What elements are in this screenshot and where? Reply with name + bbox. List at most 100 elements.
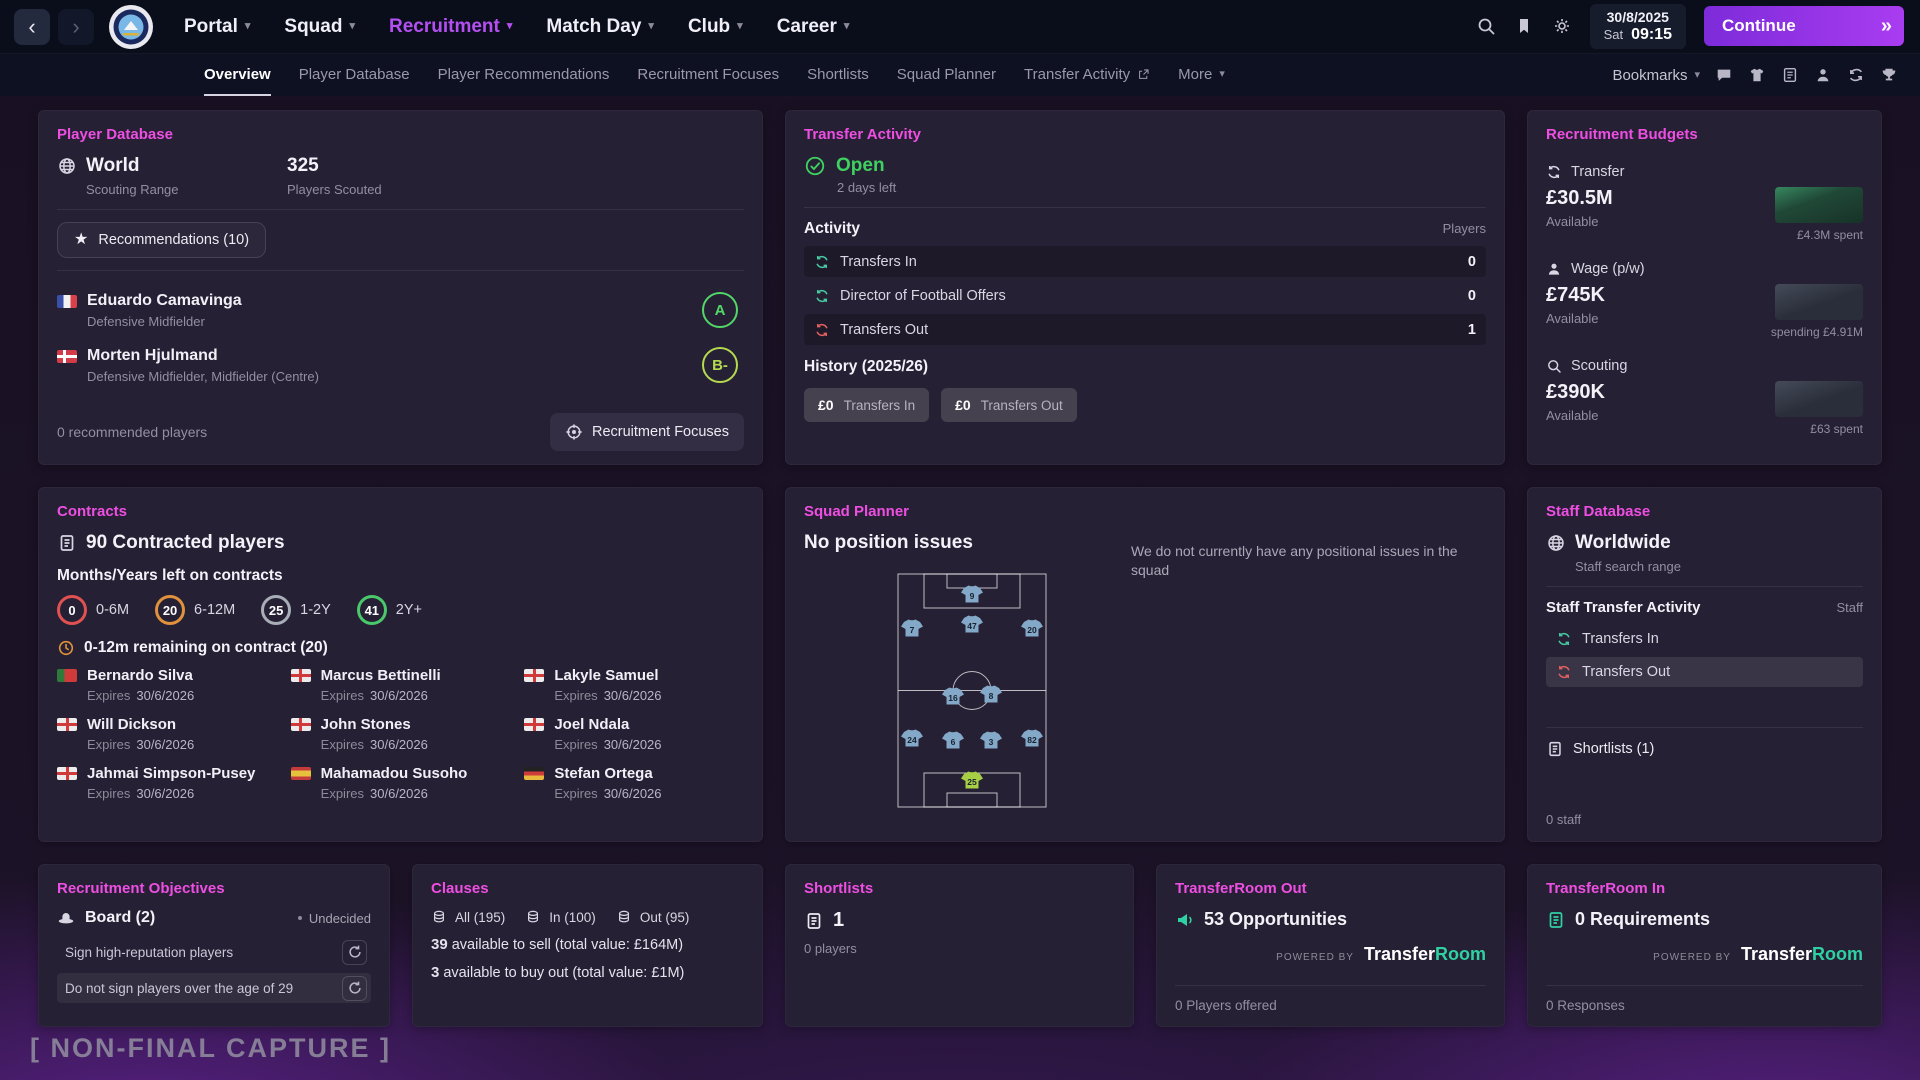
nav-match-day[interactable]: Match Day▾: [546, 16, 654, 38]
bookmarks-dropdown[interactable]: Bookmarks▾: [1612, 67, 1700, 84]
scout-search-icon[interactable]: [1814, 66, 1832, 84]
shortlists-count-row[interactable]: 1: [804, 909, 1115, 932]
clauses-filter-in[interactable]: In (100): [525, 909, 596, 925]
club-badge[interactable]: [108, 4, 154, 50]
nav-portal[interactable]: Portal▾: [184, 16, 250, 38]
staff-shortlists-row[interactable]: Shortlists (1): [1546, 740, 1863, 758]
dof-offers-row[interactable]: Director of Football Offers 0: [804, 280, 1486, 311]
nav-club[interactable]: Club▾: [688, 16, 743, 38]
expiring-player[interactable]: Marcus Bettinelli Expires30/6/2026: [291, 667, 511, 703]
notes-icon[interactable]: [1781, 66, 1799, 84]
kit-shirt-icon[interactable]: [1748, 66, 1766, 84]
recruitment-focuses-button[interactable]: Recruitment Focuses: [550, 413, 744, 451]
svg-text:16: 16: [948, 693, 958, 703]
nav-squad[interactable]: Squad▾: [284, 16, 355, 38]
game-date[interactable]: 30/8/2025 Sat09:15: [1590, 4, 1686, 50]
expiring-player[interactable]: Stefan Ortega Expires30/6/2026: [524, 765, 744, 801]
contract-bucket[interactable]: 41 2Y+: [357, 595, 422, 625]
forward-button[interactable]: ›: [58, 9, 94, 45]
svg-text:82: 82: [1027, 735, 1037, 745]
objective-row[interactable]: Do not sign players over the age of 29: [57, 973, 371, 1003]
tab-more[interactable]: More▾: [1178, 54, 1225, 96]
clauses-filter-out[interactable]: Out (95): [616, 909, 690, 925]
transferroom-brand: POWERED BY TransferRoom: [1175, 944, 1486, 965]
transfers-out-row[interactable]: Transfers Out 1: [804, 314, 1486, 345]
chevron-down-icon: ▾: [507, 21, 513, 32]
objective-row[interactable]: Sign high-reputation players: [57, 937, 371, 967]
responses-count: 0 Responses: [1546, 998, 1625, 1013]
card-title: Transfer Activity: [804, 126, 1486, 143]
contract-bucket[interactable]: 20 6-12M: [155, 595, 235, 625]
chat-icon[interactable]: [1715, 66, 1733, 84]
budget-amount: £30.5M: [1546, 187, 1613, 210]
expiring-player[interactable]: Bernardo Silva Expires30/6/2026: [57, 667, 277, 703]
expiring-player[interactable]: John Stones Expires30/6/2026: [291, 716, 511, 752]
recommendations-button[interactable]: ★ Recommendations (10): [57, 222, 266, 258]
tab-player-database[interactable]: Player Database: [299, 54, 410, 96]
transfer-activity-card: Transfer Activity Open 2 days left Activ…: [785, 110, 1505, 465]
transferroom-in-card: TransferRoom In 0 Requirements POWERED B…: [1527, 864, 1882, 1027]
star-icon: ★: [74, 232, 88, 248]
clauses-buyout-line: 3 available to buy out (total value: £1M…: [431, 964, 744, 981]
requirements-row[interactable]: 0 Requirements: [1546, 909, 1863, 930]
objective-refresh-button[interactable]: [342, 940, 367, 965]
bookmark-icon[interactable]: [1514, 16, 1534, 36]
tab-squad-planner[interactable]: Squad Planner: [897, 54, 996, 96]
wage-budget-section[interactable]: Wage (p/w) £745K Available spending £4.9…: [1546, 252, 1863, 349]
tab-overview[interactable]: Overview: [204, 54, 271, 96]
trophy-icon[interactable]: [1880, 66, 1898, 84]
objective-refresh-button[interactable]: [342, 976, 367, 1001]
continue-button[interactable]: Continue »: [1704, 6, 1904, 46]
expiring-player[interactable]: Mahamadou Susoho Expires30/6/2026: [291, 765, 511, 801]
expiring-player[interactable]: Will Dickson Expires30/6/2026: [57, 716, 277, 752]
contract-bucket[interactable]: 25 1-2Y: [261, 595, 331, 625]
card-title: Player Database: [57, 126, 744, 143]
nation-flag: [57, 295, 77, 308]
scouting-range-value: World: [86, 155, 139, 177]
window-status-note: 2 days left: [837, 180, 1486, 195]
staff-transfers-in-row[interactable]: Transfers In: [1546, 624, 1863, 654]
history-transfers-in-button[interactable]: £0 Transfers In: [804, 388, 929, 422]
nation-flag: [57, 350, 77, 363]
budget-note: spending £4.91M: [1771, 325, 1863, 339]
staff-range-value: Worldwide: [1575, 532, 1671, 554]
recommended-player-row[interactable]: Morten Hjulmand Defensive Midfielder, Mi…: [57, 338, 744, 393]
expiring-player[interactable]: Jahmai Simpson-Pusey Expires30/6/2026: [57, 765, 277, 801]
main-nav: Portal▾ Squad▾ Recruitment▾ Match Day▾ C…: [184, 16, 849, 38]
clauses-filter-all[interactable]: All (195): [431, 909, 505, 925]
transfer-budget-section[interactable]: Transfer £30.5M Available £4.3M spent: [1546, 155, 1863, 252]
back-button[interactable]: ‹: [14, 9, 50, 45]
tab-player-recommendations[interactable]: Player Recommendations: [438, 54, 610, 96]
shirt-striker: 9: [961, 586, 983, 603]
settings-gear-icon[interactable]: [1552, 16, 1572, 36]
expiring-player[interactable]: Joel Ndala Expires30/6/2026: [524, 716, 744, 752]
expiring-player[interactable]: Lakyle Samuel Expires30/6/2026: [524, 667, 744, 703]
transfer-arrows-icon: [1546, 164, 1562, 180]
transfers-in-row[interactable]: Transfers In 0: [804, 246, 1486, 277]
opportunities-row[interactable]: 53 Opportunities: [1175, 909, 1486, 930]
card-title: Contracts: [57, 503, 744, 520]
search-icon[interactable]: [1476, 16, 1496, 36]
history-transfers-out-button[interactable]: £0 Transfers Out: [941, 388, 1077, 422]
staff-transfers-out-row[interactable]: Transfers Out: [1546, 657, 1863, 687]
objectives-status[interactable]: Undecided: [298, 911, 371, 926]
tab-transfer-activity[interactable]: Transfer Activity: [1024, 54, 1150, 96]
shirt-centre-back: 6: [942, 732, 964, 749]
sync-icon[interactable]: [1847, 66, 1865, 84]
clauses-card: Clauses All (195) In (100) Out (95) 39 a…: [412, 864, 763, 1027]
tab-recruitment-focuses[interactable]: Recruitment Focuses: [637, 54, 779, 96]
search-icon: [1546, 358, 1562, 374]
nav-career[interactable]: Career▾: [777, 16, 850, 38]
nav-recruitment[interactable]: Recruitment▾: [389, 16, 512, 38]
chevron-down-icon: ▾: [245, 21, 251, 32]
scouting-budget-section[interactable]: Scouting £390K Available £63 spent: [1546, 349, 1863, 446]
window-status: Open: [836, 155, 885, 177]
shortlists-players: 0 players: [804, 941, 1115, 956]
contract-bucket[interactable]: 0 0-6M: [57, 595, 129, 625]
tab-shortlists[interactable]: Shortlists: [807, 54, 869, 96]
external-link-icon: [1137, 68, 1150, 81]
transfer-arrows-icon: [814, 322, 830, 338]
shirt-left-wing: 7: [901, 620, 923, 637]
svg-text:47: 47: [967, 621, 977, 631]
recommended-player-row[interactable]: Eduardo Camavinga Defensive Midfielder A: [57, 283, 744, 338]
